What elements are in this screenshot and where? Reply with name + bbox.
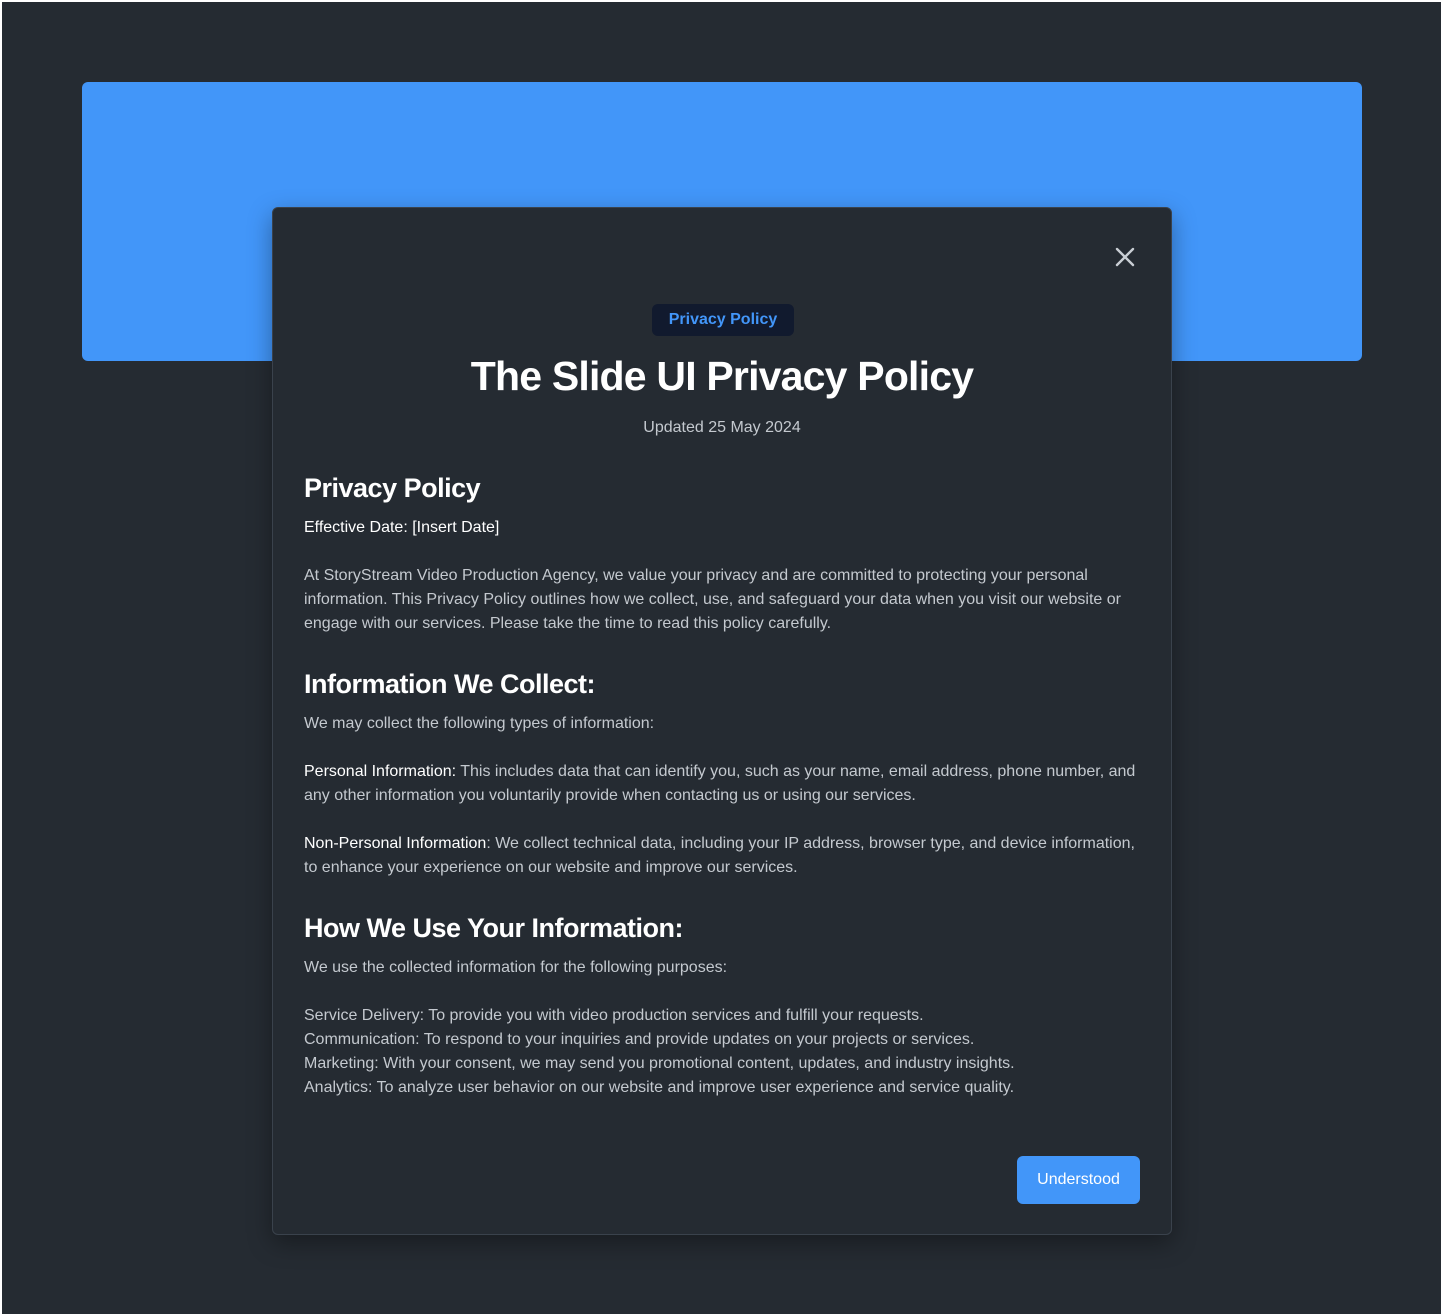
personal-information-label: Personal Information: [304, 763, 457, 780]
dialog-title: The Slide UI Privacy Policy [470, 353, 974, 399]
understood-button[interactable]: Understood [1017, 1156, 1140, 1204]
list-item: Marketing: With your consent, we may sen… [304, 1055, 1015, 1072]
page-background: Privacy Policy The Slide UI Privacy Poli… [2, 2, 1441, 1314]
policy-content: Privacy Policy Effective Date: [Insert D… [304, 468, 1144, 1100]
close-button[interactable] [1112, 244, 1138, 270]
non-personal-information-label: Non-Personal Information [304, 835, 487, 852]
collect-lead: We may collect the following types of in… [304, 715, 655, 732]
effective-date: Effective Date: [Insert Date] [304, 519, 500, 536]
use-lead: We use the collected information for the… [304, 959, 728, 976]
updated-date: Updated 25 May 2024 [643, 419, 801, 436]
category-badge: Privacy Policy [652, 304, 794, 336]
close-icon [1115, 247, 1135, 267]
list-item: Service Delivery: To provide you with vi… [304, 1007, 924, 1024]
section-heading-how-we-use: How We Use Your Information: [304, 913, 684, 943]
section-heading-information-we-collect: Information We Collect: [304, 669, 596, 699]
privacy-policy-dialog: Privacy Policy The Slide UI Privacy Poli… [272, 207, 1172, 1235]
section-heading-privacy-policy: Privacy Policy [304, 473, 481, 503]
personal-information-item: Personal Information: This includes data… [304, 760, 1144, 808]
list-item: Analytics: To analyze user behavior on o… [304, 1079, 1015, 1096]
non-personal-information-item: Non-Personal Information: We collect tec… [304, 832, 1144, 880]
list-item: Communication: To respond to your inquir… [304, 1031, 975, 1048]
purposes-list: Service Delivery: To provide you with vi… [304, 1004, 1144, 1100]
intro-paragraph: At StoryStream Video Production Agency, … [304, 567, 1121, 632]
